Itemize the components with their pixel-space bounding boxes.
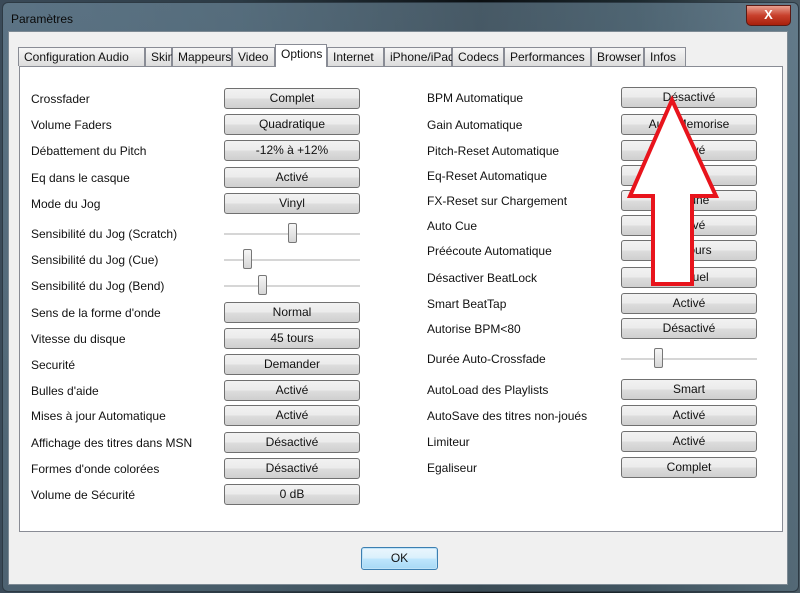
- slider-thumb[interactable]: [243, 249, 252, 269]
- close-button[interactable]: X: [746, 5, 791, 26]
- setting-button-bulles-d-aide[interactable]: Activé: [224, 380, 360, 401]
- setting-button-mises-a-jour-automatique[interactable]: Activé: [224, 405, 360, 426]
- tab-mappeurs[interactable]: Mappeurs: [172, 47, 232, 66]
- slider-thumb[interactable]: [258, 275, 267, 295]
- setting-label-volume-faders: Volume Faders: [31, 118, 112, 132]
- setting-button-volume-de-securite[interactable]: 0 dB: [224, 484, 360, 505]
- setting-label-mises-a-jour-automatique: Mises à jour Automatique: [31, 409, 166, 423]
- setting-button-pitch-reset-automatique[interactable]: Activé: [621, 140, 757, 161]
- options-pane: Crossfader Complet Volume Faders Quadratiqu…: [19, 66, 783, 532]
- setting-label-bulles-d-aide: Bulles d'aide: [31, 384, 99, 398]
- setting-button-preecoute-automatique[interactable]: Toujours: [621, 240, 757, 261]
- tab-performances[interactable]: Performances: [504, 47, 591, 66]
- setting-button-autoload-des-playlists[interactable]: Smart: [621, 379, 757, 400]
- setting-label-sensibilite-du-jog-bend: Sensibilité du Jog (Bend): [31, 279, 165, 293]
- setting-label-pitch-reset-automatique: Pitch-Reset Automatique: [427, 144, 560, 158]
- setting-button-formes-d-onde-colorees[interactable]: Désactivé: [224, 458, 360, 479]
- setting-button-desactiver-beatlock[interactable]: Manuel: [621, 267, 757, 288]
- dialog-client: Configuration Audio Skin Mappeurs Video Opti…: [8, 31, 788, 585]
- ok-button[interactable]: OK: [361, 547, 438, 570]
- setting-label-desactiver-beatlock: Désactiver BeatLock: [427, 271, 538, 285]
- setting-label-auto-cue: Auto Cue: [427, 219, 478, 233]
- setting-button-gain-automatique[interactable]: Auto Memorise: [621, 114, 757, 135]
- slider-duree-auto-crossfade[interactable]: [621, 348, 757, 370]
- tab-iphone-ipad[interactable]: iPhone/iPad: [384, 47, 455, 66]
- window-title: Paramètres: [11, 12, 74, 26]
- setting-button-mode-du-jog[interactable]: Vinyl: [224, 193, 360, 214]
- tab-configuration-audio[interactable]: Configuration Audio: [18, 47, 145, 66]
- setting-button-autosave-des-titres-non-joues[interactable]: Activé: [621, 405, 757, 426]
- setting-label-autorise-bpm-80: Autorise BPM<80: [427, 322, 521, 336]
- setting-label-gain-automatique: Gain Automatique: [427, 118, 523, 132]
- tab-video[interactable]: Video: [232, 47, 275, 66]
- slider-track[interactable]: [224, 285, 360, 288]
- setting-label-mode-du-jog: Mode du Jog: [31, 197, 101, 211]
- setting-label-eq-dans-le-casque: Eq dans le casque: [31, 171, 130, 185]
- setting-label-autoload-des-playlists: AutoLoad des Playlists: [427, 383, 549, 397]
- tab-infos[interactable]: Infos: [644, 47, 686, 66]
- slider-sensibilite-du-jog-cue[interactable]: [224, 249, 360, 271]
- setting-button-affichage-des-titres-dans-msn[interactable]: Désactivé: [224, 432, 360, 453]
- setting-button-eq-dans-le-casque[interactable]: Activé: [224, 167, 360, 188]
- setting-button-volume-faders[interactable]: Quadratique: [224, 114, 360, 135]
- setting-label-limiteur: Limiteur: [427, 435, 470, 449]
- slider-thumb[interactable]: [288, 223, 297, 243]
- tab-internet[interactable]: Internet: [327, 47, 384, 66]
- slider-sensibilite-du-jog-scratch[interactable]: [224, 223, 360, 245]
- setting-label-securite: Securité: [31, 358, 76, 372]
- setting-label-smart-beattap: Smart BeatTap: [427, 297, 507, 311]
- tab-browser[interactable]: Browser: [591, 47, 644, 66]
- setting-label-eq-reset-automatique: Eq-Reset Automatique: [427, 169, 548, 183]
- tab-skin[interactable]: Skin: [145, 47, 174, 66]
- setting-button-vitesse-du-disque[interactable]: 45 tours: [224, 328, 360, 349]
- setting-label-crossfader: Crossfader: [31, 92, 90, 106]
- slider-sensibilite-du-jog-bend[interactable]: [224, 275, 360, 297]
- setting-label-affichage-des-titres-dans-msn: Affichage des titres dans MSN: [31, 436, 193, 450]
- setting-label-duree-auto-crossfade: Durée Auto-Crossfade: [427, 352, 546, 366]
- tab-codecs[interactable]: Codecs: [452, 47, 504, 66]
- setting-label-formes-d-onde-colorees: Formes d'onde colorées: [31, 462, 160, 476]
- setting-button-fx-reset-sur-chargement[interactable]: Aucune: [621, 190, 757, 211]
- slider-track[interactable]: [621, 358, 757, 361]
- setting-button-crossfader[interactable]: Complet: [224, 88, 360, 109]
- setting-button-bpm-automatique[interactable]: Désactivé: [621, 87, 757, 108]
- setting-label-vitesse-du-disque: Vitesse du disque: [31, 332, 126, 346]
- setting-button-sens-de-la-forme-d-onde[interactable]: Normal: [224, 302, 360, 323]
- setting-button-eq-reset-automatique[interactable]: Activé: [621, 165, 757, 186]
- tab-options[interactable]: Options: [275, 44, 327, 67]
- setting-label-egaliseur: Egaliseur: [427, 461, 478, 475]
- setting-button-smart-beattap[interactable]: Activé: [621, 293, 757, 314]
- setting-label-autosave-des-titres-non-joues: AutoSave des titres non-joués: [427, 409, 588, 423]
- setting-button-limiteur[interactable]: Activé: [621, 431, 757, 452]
- setting-label-volume-de-securite: Volume de Sécurité: [31, 488, 136, 502]
- setting-button-egaliseur[interactable]: Complet: [621, 457, 757, 478]
- setting-label-fx-reset-sur-chargement: FX-Reset sur Chargement: [427, 194, 568, 208]
- setting-label-debattement-du-pitch: Débattement du Pitch: [31, 144, 147, 158]
- setting-button-autorise-bpm-80[interactable]: Désactivé: [621, 318, 757, 339]
- setting-label-bpm-automatique: BPM Automatique: [427, 91, 524, 105]
- setting-button-securite[interactable]: Demander: [224, 354, 360, 375]
- setting-label-sensibilite-du-jog-cue: Sensibilité du Jog (Cue): [31, 253, 159, 267]
- setting-label-sens-de-la-forme-d-onde: Sens de la forme d'onde: [31, 306, 161, 320]
- setting-button-auto-cue[interactable]: Activé: [621, 215, 757, 236]
- slider-thumb[interactable]: [654, 348, 663, 368]
- setting-label-sensibilite-du-jog-scratch: Sensibilité du Jog (Scratch): [31, 227, 178, 241]
- setting-label-preecoute-automatique: Préécoute Automatique: [427, 244, 552, 258]
- setting-button-debattement-du-pitch[interactable]: -12% à +12%: [224, 140, 360, 161]
